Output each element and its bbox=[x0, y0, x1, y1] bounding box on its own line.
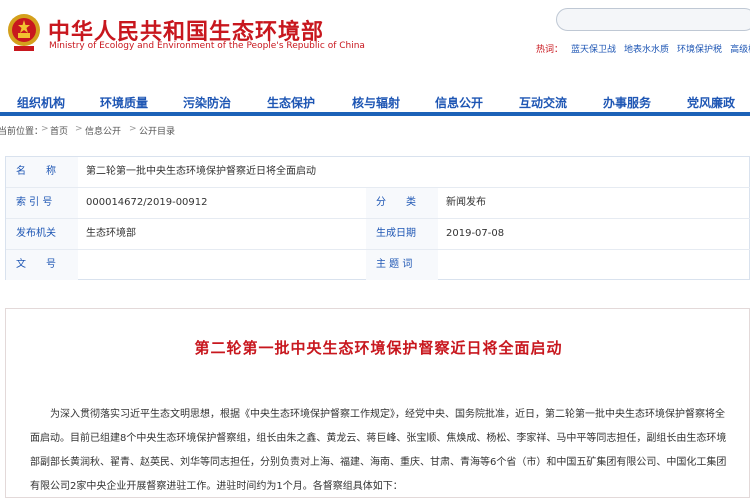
article-body: 为深入贯彻落实习近平生态文明思想，根据《中央生态环境保护督察工作规定》，经党中央… bbox=[30, 409, 727, 492]
breadcrumb-separator: > bbox=[41, 124, 49, 134]
breadcrumb-separator: > bbox=[129, 124, 137, 134]
breadcrumb: 当前位置： > 首页 > 信息公开 > 公开目录 bbox=[0, 124, 750, 138]
metadata-table: 名 称 第二轮第一批中央生态环境保护督察近日将全面启动 索 引 号 000014… bbox=[5, 156, 750, 280]
breadcrumb-separator: > bbox=[75, 124, 83, 134]
site-subtitle-en: Ministry of Ecology and Environment of t… bbox=[49, 41, 365, 51]
nav-item-env-quality[interactable]: 环境质量 bbox=[100, 94, 148, 111]
date-label: 生成日期 bbox=[366, 219, 438, 249]
article-panel: 第二轮第一批中央生态环境保护督察近日将全面启动 为深入贯彻落实习近平生态文明思想… bbox=[5, 308, 750, 498]
site-header: 中华人民共和国生态环境部 Ministry of Ecology and Env… bbox=[0, 0, 750, 88]
nav-item-info-disclosure[interactable]: 信息公开 bbox=[435, 94, 483, 111]
name-value: 第二轮第一批中央生态环境保护督察近日将全面启动 bbox=[86, 166, 316, 177]
doc-number-value bbox=[78, 250, 86, 280]
nav-item-eco-protection[interactable]: 生态保护 bbox=[267, 94, 315, 111]
hot-words-label: 热词： bbox=[536, 45, 564, 55]
search-input[interactable] bbox=[556, 8, 750, 31]
subject-label: 主 题 词 bbox=[366, 250, 438, 280]
table-row: 发布机关 生态环境部 生成日期 2019-07-08 bbox=[6, 219, 750, 250]
nav-item-interaction[interactable]: 互动交流 bbox=[519, 94, 567, 111]
name-label: 名 称 bbox=[6, 157, 78, 187]
hot-link-blue-sky[interactable]: 蓝天保卫战 bbox=[571, 45, 616, 55]
issuer-value: 生态环境部 bbox=[86, 228, 136, 239]
breadcrumb-home[interactable]: 首页 bbox=[50, 124, 68, 137]
category-value: 新闻发布 bbox=[446, 197, 486, 208]
index-label: 索 引 号 bbox=[6, 188, 78, 218]
table-row: 名 称 第二轮第一批中央生态环境保护督察近日将全面启动 bbox=[6, 157, 750, 188]
nav-item-nuclear[interactable]: 核与辐射 bbox=[352, 94, 400, 111]
breadcrumb-catalog[interactable]: 公开目录 bbox=[139, 124, 175, 137]
main-nav: 组织机构 环境质量 污染防治 生态保护 核与辐射 信息公开 互动交流 办事服务 … bbox=[0, 88, 750, 116]
doc-number-label: 文 号 bbox=[6, 250, 78, 280]
nav-item-services[interactable]: 办事服务 bbox=[603, 94, 651, 111]
index-value: 000014672/2019-00912 bbox=[86, 197, 208, 208]
date-value: 2019-07-08 bbox=[446, 228, 505, 239]
nav-item-integrity[interactable]: 党风廉政 bbox=[687, 94, 735, 111]
issuer-label: 发布机关 bbox=[6, 219, 78, 249]
article-title: 第二轮第一批中央生态环境保护督察近日将全面启动 bbox=[194, 339, 563, 357]
breadcrumb-prefix: 当前位置： bbox=[0, 127, 44, 137]
nav-item-organization[interactable]: 组织机构 bbox=[17, 94, 65, 111]
hot-link-water-quality[interactable]: 地表水水质 bbox=[624, 45, 669, 55]
table-row: 文 号 主 题 词 bbox=[6, 250, 750, 281]
subject-value bbox=[438, 250, 446, 280]
national-emblem-icon bbox=[8, 14, 40, 51]
table-row: 索 引 号 000014672/2019-00912 分 类 新闻发布 bbox=[6, 188, 750, 219]
category-label: 分 类 bbox=[366, 188, 438, 218]
hot-link-env-tax[interactable]: 环境保护税 bbox=[677, 45, 722, 55]
hot-words: 热词： 蓝天保卫战地表水水质环境保护税高级检索 bbox=[536, 42, 750, 55]
breadcrumb-info-disclosure[interactable]: 信息公开 bbox=[85, 124, 121, 137]
advanced-search-link[interactable]: 高级检索 bbox=[730, 45, 750, 55]
nav-item-pollution[interactable]: 污染防治 bbox=[183, 94, 231, 111]
